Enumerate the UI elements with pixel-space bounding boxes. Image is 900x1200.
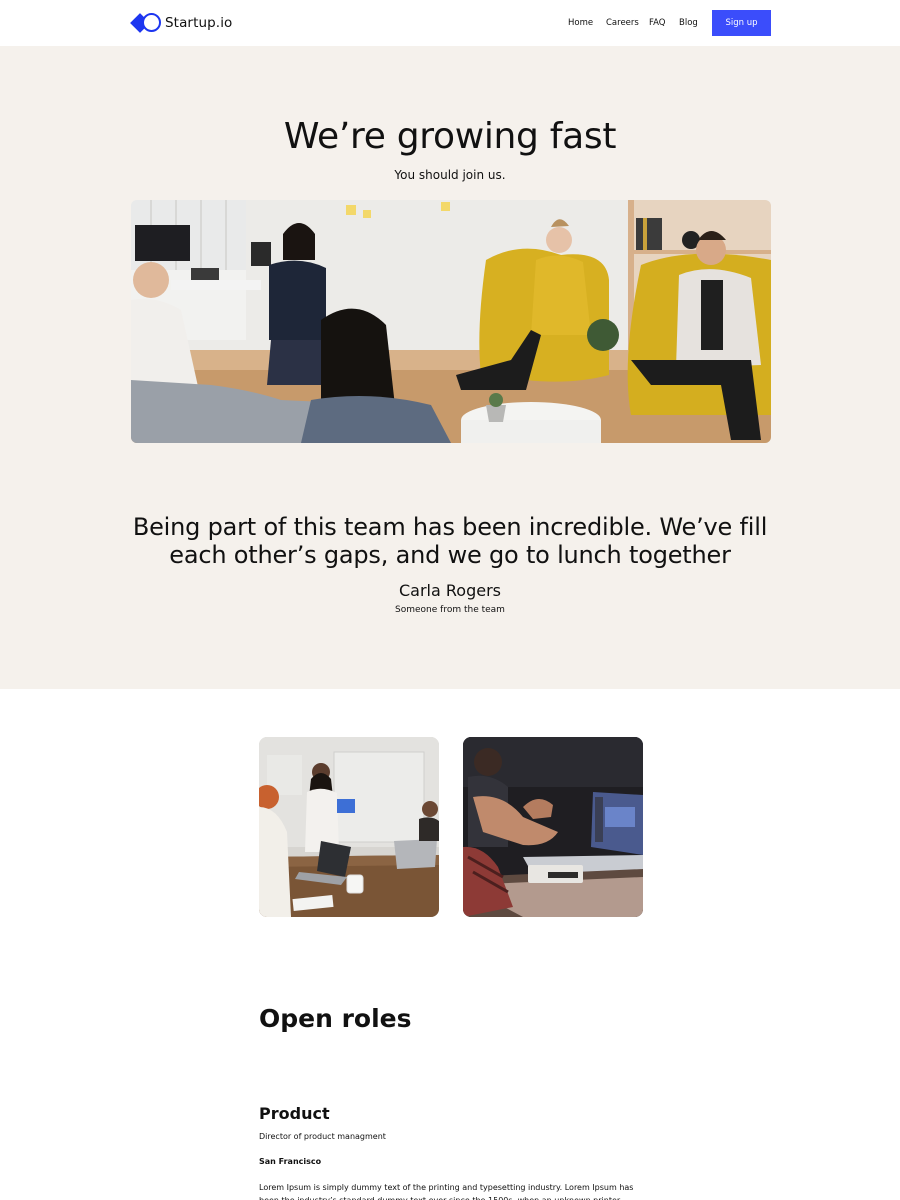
role-category-title: Product	[259, 1104, 330, 1123]
job-title[interactable]: Director of product managment	[259, 1132, 386, 1141]
nav-link-careers[interactable]: Careers	[606, 18, 639, 28]
signup-button[interactable]: Sign up	[712, 10, 771, 36]
brand-logo[interactable]: Startup.io	[130, 12, 233, 34]
nav-link-faq[interactable]: FAQ	[649, 18, 665, 28]
open-roles-title: Open roles	[259, 1004, 412, 1033]
testimonial-quote: Being part of this team has been incredi…	[132, 513, 768, 569]
top-nav: Startup.io Home Careers FAQ Blog Sign up	[0, 0, 900, 46]
brand-name: Startup.io	[165, 15, 233, 31]
nav-link-blog[interactable]: Blog	[679, 18, 698, 28]
laptop-discussion-photo	[463, 737, 643, 917]
testimonial-author-role: Someone from the team	[395, 605, 505, 615]
team-meeting-photo	[131, 200, 771, 443]
logo-icon	[130, 12, 161, 34]
whiteboard-meeting-photo	[259, 737, 439, 917]
job-location: San Francisco	[259, 1157, 322, 1166]
job-description: Lorem Ipsum is simply dummy text of the …	[259, 1183, 634, 1200]
hero-section: We’re growing fast You should join us. B…	[0, 46, 900, 689]
nav-link-home[interactable]: Home	[568, 18, 593, 28]
testimonial-author: Carla Rogers	[399, 581, 501, 600]
hero-title: We’re growing fast	[283, 116, 617, 157]
hero-subtitle: You should join us.	[394, 168, 506, 182]
